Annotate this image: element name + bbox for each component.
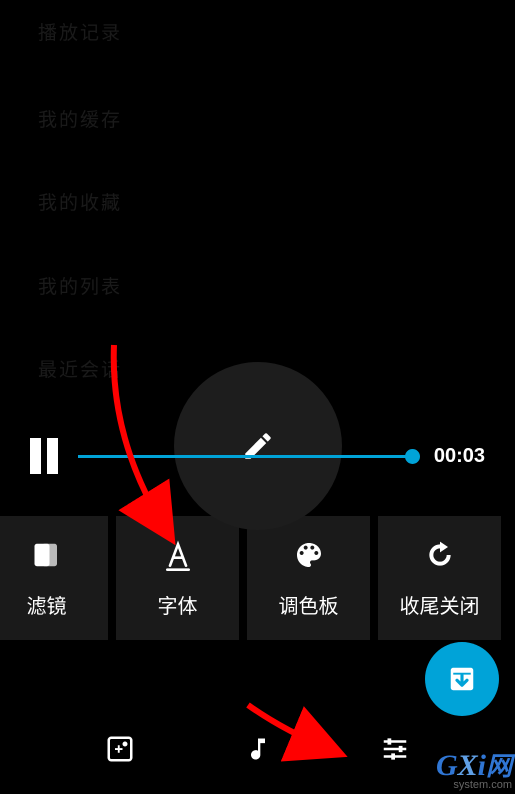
tab-settings[interactable] xyxy=(378,732,412,766)
effects-panel: 滤镜 字体 调色板 收尾关闭 xyxy=(0,516,510,640)
font-icon xyxy=(161,538,195,572)
watermark: GXi网 system.com xyxy=(436,746,512,791)
tab-music[interactable] xyxy=(241,732,275,766)
music-icon xyxy=(244,735,272,763)
download-icon xyxy=(447,664,477,694)
progress-slider[interactable] xyxy=(78,455,416,458)
menu-item: 我的列表 xyxy=(38,272,122,299)
menu-item: 播放记录 xyxy=(38,18,122,45)
palette-button[interactable]: 调色板 xyxy=(247,516,370,640)
menu-item: 最近会话 xyxy=(38,355,122,382)
font-button[interactable]: 字体 xyxy=(116,516,239,640)
time-display: 00:03 xyxy=(434,445,485,468)
menu-item: 我的缓存 xyxy=(38,105,122,132)
palette-label: 调色板 xyxy=(279,590,339,619)
close-tail-button[interactable]: 收尾关闭 xyxy=(378,516,501,640)
download-fab[interactable] xyxy=(425,642,499,716)
refresh-icon xyxy=(423,538,457,572)
font-label: 字体 xyxy=(158,590,198,619)
pause-button[interactable] xyxy=(30,438,60,474)
palette-icon xyxy=(292,538,326,572)
sparkle-icon xyxy=(105,734,135,764)
close-tail-label: 收尾关闭 xyxy=(400,590,480,619)
playback-controls: 00:03 xyxy=(0,438,515,474)
sliders-icon xyxy=(380,734,410,764)
filter-icon xyxy=(30,538,64,572)
filter-label: 滤镜 xyxy=(27,590,67,619)
filter-button[interactable]: 滤镜 xyxy=(0,516,108,640)
tab-effects[interactable] xyxy=(103,732,137,766)
menu-item: 我的收藏 xyxy=(38,188,122,215)
